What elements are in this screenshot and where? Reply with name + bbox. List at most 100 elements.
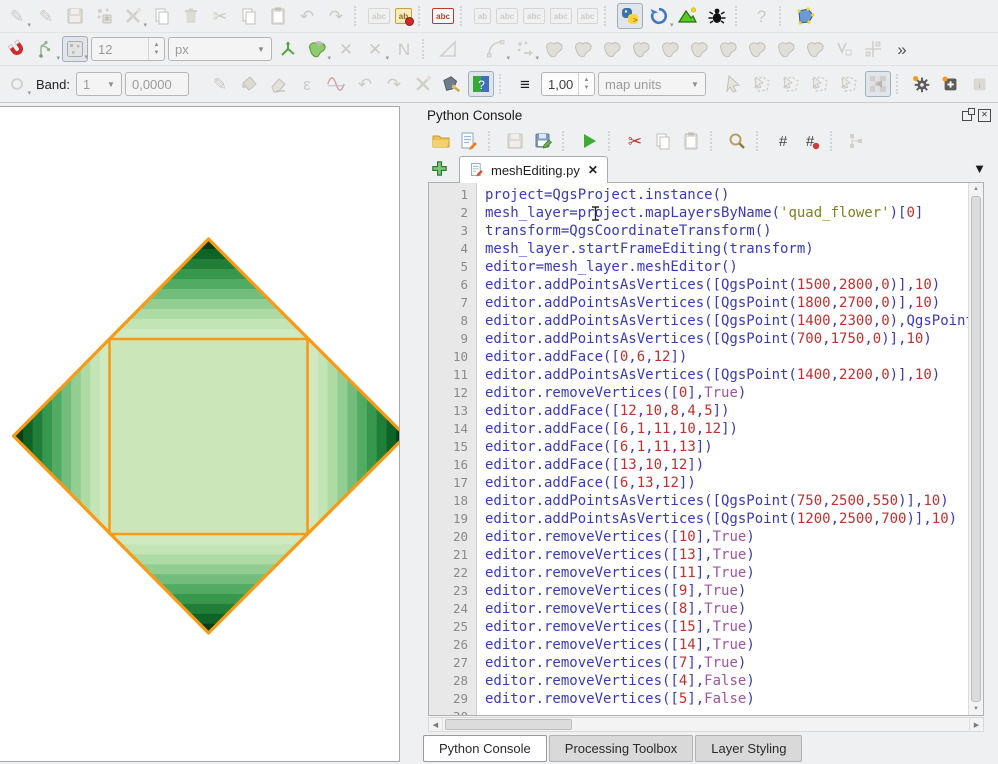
toggle-editing-icon: ✎: [33, 3, 59, 29]
move-label-icon: abc: [523, 8, 545, 24]
new-editor-icon[interactable]: [458, 130, 480, 152]
line-number-gutter: 1234567891011121314151617181920212223242…: [429, 183, 477, 715]
float-panel-icon[interactable]: [962, 111, 972, 121]
python-console-panel: Python Console ✕ ✂## meshEditing.py ✕ ▼ …: [420, 104, 998, 764]
uncomment-code-icon[interactable]: #: [800, 130, 822, 152]
toolbar-separator: [608, 131, 616, 151]
code-line: editor.addPointsAsVertices([QgsPoint(180…: [485, 294, 983, 312]
highlight-pinned-labels-icon[interactable]: abc: [432, 8, 454, 24]
toolbar-extension-icon[interactable]: »: [889, 36, 915, 62]
scroll-down-icon[interactable]: ▼: [969, 706, 983, 712]
digitize-points-icon: ✱: [91, 3, 117, 29]
new-temp-scratch-layer-icon[interactable]: [675, 3, 701, 29]
scroll-right-icon[interactable]: ▶: [969, 718, 983, 731]
add-component-icon[interactable]: [938, 71, 964, 97]
force-by-selected-geometry-icon[interactable]: ?: [468, 71, 494, 97]
topological-editing-icon[interactable]: ▾: [33, 36, 59, 62]
delete-selected-icon: [178, 3, 204, 29]
vertical-scroll-thumb[interactable]: [971, 196, 981, 702]
code-line: mesh_layer.startFrameEditing(transform): [485, 240, 983, 258]
mesh-options-icon[interactable]: [439, 71, 465, 97]
save-script-as-icon[interactable]: [532, 130, 554, 152]
shape-simplify-icon: [599, 36, 625, 62]
code-line: project=QgsProject.instance(): [485, 186, 983, 204]
toolbar-separator: [422, 39, 430, 59]
qgis-window: ✎▾✎✱▾✂↶↷abcababcababcabcabcabc>▾? ▾▾12▲▼…: [0, 0, 998, 764]
toolbar-separator: [896, 74, 904, 94]
editor-tab-bar: meshEditing.py ✕ ▼: [420, 155, 998, 182]
avoid-overlap-icon[interactable]: ▾: [304, 36, 330, 62]
select-polygon-remove-icon: [836, 71, 862, 97]
code-line: editor=mesh_layer.meshEditor(): [485, 258, 983, 276]
run-script-icon[interactable]: [578, 130, 600, 152]
dock-tab-processing-toolbox[interactable]: Processing Toolbox: [549, 735, 694, 762]
code-line: [485, 708, 983, 715]
svg-text:>: >: [633, 16, 638, 25]
script-file-icon: [469, 162, 485, 178]
snap-unit-combo: px▼: [168, 37, 272, 61]
comment-code-icon[interactable]: #: [772, 130, 794, 152]
contour-lines-icon[interactable]: ≡: [512, 71, 538, 97]
python-console-icon[interactable]: >: [617, 3, 643, 29]
current-edits-icon: ✎▾: [4, 3, 30, 29]
code-line: editor.removeVertices([0],True): [485, 384, 983, 402]
digitize-mesh-icon[interactable]: [792, 3, 818, 29]
editor-tab-label: meshEditing.py: [491, 163, 580, 178]
settings-gear-icon[interactable]: [909, 71, 935, 97]
code-editor[interactable]: 1234567891011121314151617181920212223242…: [428, 182, 984, 716]
vertical-scrollbar[interactable]: ▲ ▼: [968, 183, 983, 715]
cut-icon[interactable]: ✂: [624, 130, 646, 152]
band-value-spinbox: 0,0000: [125, 72, 189, 96]
mesh-edit-x-icon: ✕: [333, 36, 359, 62]
toolbar-row-digitizing: ✎▾✎✱▾✂↶↷abcababcababcabcabcabc>▾?: [0, 0, 998, 33]
plugin-reload-icon[interactable]: ▾: [646, 3, 672, 29]
dock-tab-layer-styling[interactable]: Layer Styling: [695, 735, 802, 762]
component-info-icon: i: [967, 71, 993, 97]
open-script-icon[interactable]: [430, 130, 452, 152]
toolbar-separator: [354, 6, 362, 26]
editor-tab[interactable]: meshEditing.py ✕: [459, 156, 608, 183]
snap-grid-mode-icon[interactable]: ▾: [62, 36, 88, 62]
select-polygon-chip-icon: [807, 71, 833, 97]
scroll-left-icon[interactable]: ◀: [429, 718, 443, 731]
redo-mesh-edit-icon: ↷: [381, 71, 407, 97]
code-line: editor.addFace([6,1,11,10,12]): [485, 420, 983, 438]
horizontal-scroll-thumb[interactable]: [445, 719, 572, 730]
toolbar-separator: [735, 6, 743, 26]
toolbar-separator: [830, 131, 838, 151]
close-panel-icon[interactable]: ✕: [978, 109, 991, 122]
debugging-tools-icon[interactable]: [704, 3, 730, 29]
label-options-icon: abc: [368, 8, 390, 24]
redo-icon: ↷: [323, 3, 349, 29]
shape-add-ring-icon: [628, 36, 654, 62]
paste-features-icon: [265, 3, 291, 29]
horizontal-scrollbar[interactable]: ◀ ▶: [428, 717, 984, 732]
scroll-up-icon[interactable]: ▲: [969, 186, 983, 192]
pin-unpin-labels-icon: ab: [474, 8, 491, 24]
band-combo: 1▼: [76, 72, 122, 96]
new-tab-button[interactable]: [430, 159, 449, 178]
tracing-icon[interactable]: [275, 36, 301, 62]
dock-tab-python-console[interactable]: Python Console: [423, 735, 547, 762]
width-spinbox[interactable]: 1,00▲▼: [541, 72, 595, 96]
pin-labels-icon[interactable]: ab: [395, 8, 412, 24]
find-text-icon[interactable]: [726, 130, 748, 152]
tab-list-dropdown-icon[interactable]: ▼: [973, 161, 986, 176]
map-canvas[interactable]: [0, 106, 400, 762]
shape-add-part-icon: [657, 36, 683, 62]
code-area[interactable]: project=QgsProject.instance()mesh_layer=…: [477, 183, 983, 715]
code-line: editor.removeVertices([11],True): [485, 564, 983, 582]
toolbar-separator: [499, 74, 507, 94]
code-line: editor.removeVertices([4],False): [485, 672, 983, 690]
code-line: editor.removeVertices([9],True): [485, 582, 983, 600]
transform-pattern-icon[interactable]: [865, 71, 891, 97]
dock-tab-bar: Python ConsoleProcessing ToolboxLayer St…: [420, 734, 998, 764]
close-tab-icon[interactable]: ✕: [588, 163, 598, 177]
paste-icon[interactable]: [680, 130, 702, 152]
paint-bucket-icon: [236, 71, 262, 97]
enable-snapping-icon[interactable]: [4, 36, 30, 62]
expression-icon: ε: [294, 71, 320, 97]
toolbar-separator: [418, 6, 426, 26]
copy-icon[interactable]: [652, 130, 674, 152]
select-cursor-icon: [720, 71, 746, 97]
